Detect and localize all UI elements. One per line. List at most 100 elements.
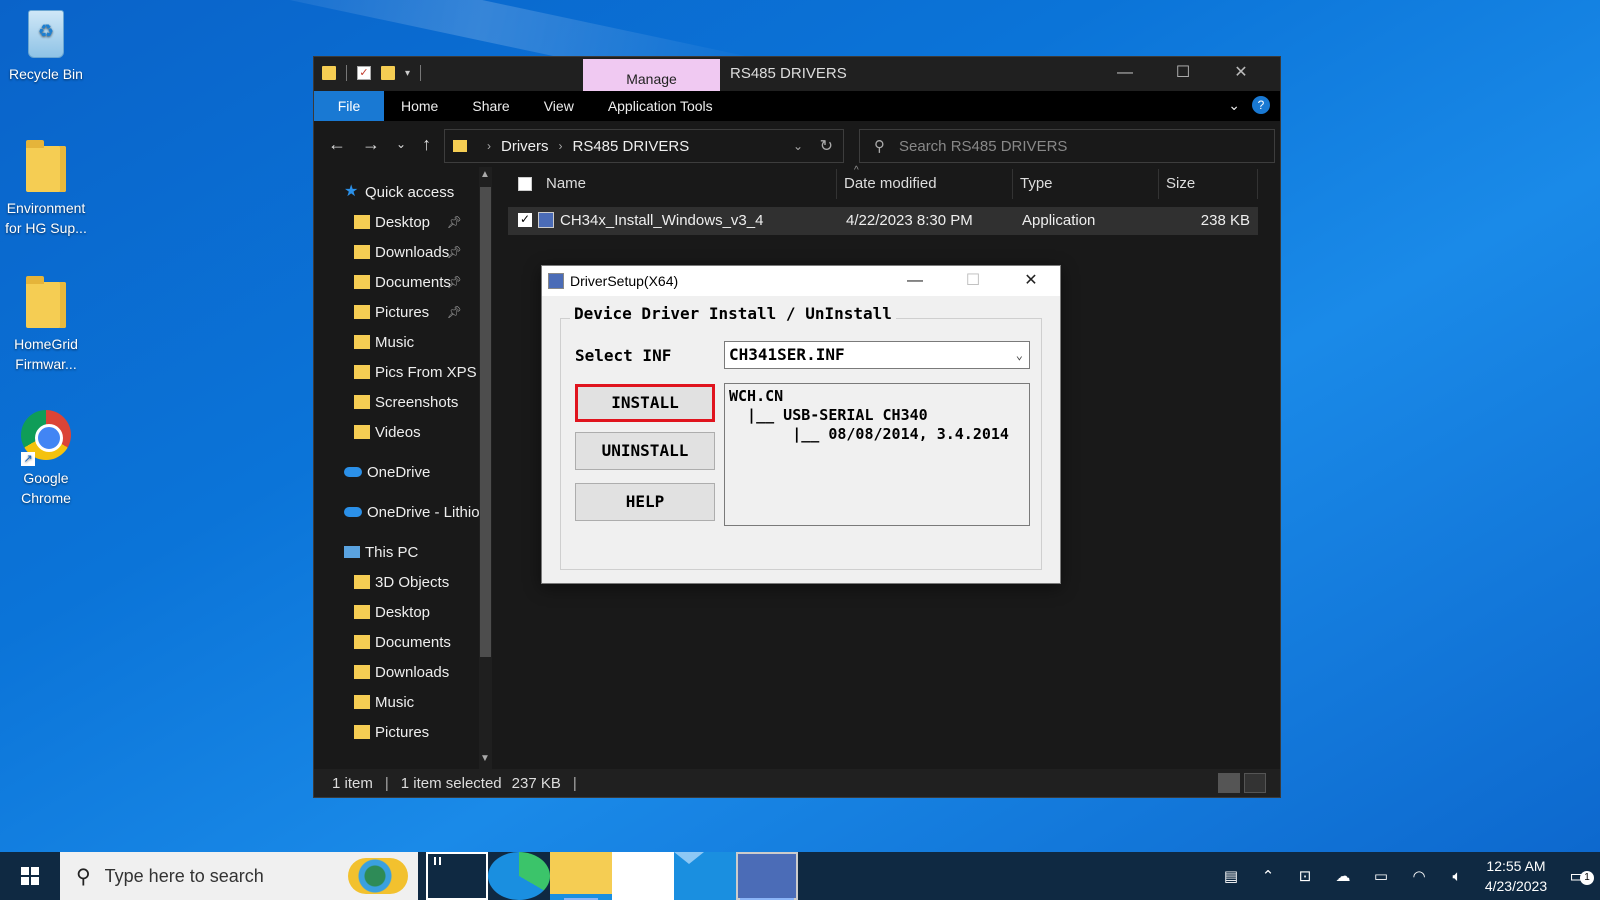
scroll-down-icon[interactable]: ▼ (480, 753, 490, 764)
sidebar-item-desktop[interactable]: Desktop (314, 597, 492, 627)
sidebar-item-this-pc[interactable]: This PC (314, 537, 492, 567)
chevron-down-icon[interactable]: ⌄ (1016, 342, 1023, 368)
sidebar-item-onedrive[interactable]: OneDrive (314, 457, 492, 487)
folder-icon (354, 575, 370, 589)
tab-view[interactable]: View (527, 91, 591, 121)
sidebar-item-label: Desktop (375, 213, 431, 231)
tab-file[interactable]: File (314, 91, 384, 121)
sidebar-item-pictures[interactable]: Pictures 📌︎ (314, 297, 492, 327)
address-bar[interactable]: › Drivers › RS485 DRIVERS ⌄ ↻ (444, 129, 844, 163)
breadcrumb-drivers[interactable]: Drivers (501, 138, 549, 155)
help-button[interactable]: HELP (575, 483, 715, 521)
desktop-icon-homegrid-folder[interactable]: HomeGrid Firmwar... (0, 276, 92, 374)
properties-icon[interactable]: ✓ (357, 66, 371, 80)
breadcrumb-rs485-drivers[interactable]: RS485 DRIVERS (573, 138, 690, 155)
tab-application-tools[interactable]: Application Tools (591, 91, 730, 121)
maximize-button[interactable]: ☐ (1154, 61, 1212, 85)
select-all-checkbox[interactable] (518, 177, 532, 191)
pin-icon[interactable]: 📌︎ (447, 215, 462, 229)
taskbar-search[interactable]: ⚲ Type here to search (60, 852, 418, 900)
task-view-button[interactable] (426, 852, 488, 900)
dialog-title: DriverSetup(X64) (570, 273, 679, 289)
search-input-placeholder[interactable]: Search RS485 DRIVERS (899, 138, 1067, 155)
sidebar-item-music[interactable]: Music (314, 687, 492, 717)
customize-dropdown-icon[interactable]: ▾ (405, 68, 410, 79)
search-icon: ⚲ (874, 138, 885, 155)
tab-share[interactable]: Share (455, 91, 526, 121)
sidebar-item-desktop[interactable]: Desktop 📌︎ (314, 207, 492, 237)
desktop-icon-google-chrome[interactable]: ↗ Google Chrome (0, 410, 92, 508)
column-header-type[interactable]: Type (1020, 175, 1053, 192)
refresh-icon[interactable]: ↻ (820, 136, 833, 156)
tab-manage[interactable]: Manage (583, 59, 720, 93)
show-hidden-icons-chevron-icon[interactable]: ⌃ (1250, 867, 1286, 885)
recent-locations-chevron-icon[interactable]: ⌄ (396, 137, 406, 151)
sidebar-item-onedrive-lithion[interactable]: OneDrive - Lithion (314, 497, 492, 527)
details-view-button[interactable] (1218, 773, 1240, 793)
back-arrow-icon[interactable]: ← (328, 134, 346, 155)
help-icon[interactable]: ? (1252, 96, 1270, 114)
sidebar-item-label: Videos (375, 423, 421, 441)
expand-ribbon-icon[interactable]: ⌄ (1228, 97, 1240, 114)
sidebar-item-3d-objects[interactable]: 3D Objects (314, 567, 492, 597)
breadcrumb-separator: › (487, 139, 491, 153)
sidebar-item-pics-from-xps[interactable]: Pics From XPS (314, 357, 492, 387)
sidebar-item-quick-access[interactable]: ★ Quick access (314, 177, 492, 207)
taskbar-edge[interactable] (488, 852, 550, 900)
status-item-count: 1 item (332, 774, 373, 792)
search-box[interactable]: ⚲ Search RS485 DRIVERS (859, 129, 1275, 163)
news-widget-icon[interactable]: ▤ (1212, 867, 1250, 885)
minimize-button[interactable]: — (1096, 61, 1154, 85)
start-button[interactable] (0, 852, 60, 900)
up-arrow-icon[interactable]: ↑ (422, 134, 431, 155)
folder-icon[interactable] (322, 66, 336, 80)
clock[interactable]: 12:55 AM 4/23/2023 (1476, 856, 1556, 896)
sidebar-item-pictures[interactable]: Pictures (314, 717, 492, 747)
uninstall-button[interactable]: UNINSTALL (575, 432, 715, 470)
battery-icon[interactable]: ▭ (1362, 867, 1400, 885)
scroll-up-icon[interactable]: ▲ (480, 169, 490, 180)
column-header-name[interactable]: Name (546, 175, 586, 192)
sidebar-item-downloads[interactable]: Downloads (314, 657, 492, 687)
status-separator: | (572, 774, 577, 792)
install-button[interactable]: INSTALL (575, 384, 715, 422)
forward-arrow-icon[interactable]: → (362, 134, 380, 155)
sidebar-item-label: Quick access (365, 183, 455, 201)
taskbar-file-explorer[interactable] (550, 852, 612, 900)
sidebar-item-documents[interactable]: Documents (314, 627, 492, 657)
taskbar-store[interactable] (612, 852, 674, 900)
network-icon[interactable]: ◠ (1400, 867, 1438, 885)
column-header-size[interactable]: Size (1166, 175, 1195, 192)
dialog-minimize-button[interactable]: — (886, 266, 944, 296)
sidebar-item-downloads[interactable]: Downloads 📌︎ (314, 237, 492, 267)
column-header-date[interactable]: Date modified (844, 175, 937, 192)
meet-now-icon[interactable]: ⊡ (1286, 867, 1324, 885)
tab-home[interactable]: Home (384, 91, 455, 121)
close-button[interactable]: ✕ (1212, 61, 1270, 85)
desktop-icon-environment-folder[interactable]: Environment for HG Sup... (0, 140, 92, 238)
pin-icon[interactable]: 📌︎ (447, 275, 462, 289)
sidebar-item-music[interactable]: Music (314, 327, 492, 357)
volume-icon[interactable]: 🔈︎ (1438, 868, 1476, 885)
notification-center-button[interactable]: ▭ 1 (1556, 866, 1600, 887)
table-row[interactable]: ✓ CH34x_Install_Windows_v3_4 4/22/2023 8… (508, 207, 1258, 235)
navigation-scrollbar-thumb[interactable] (480, 187, 491, 657)
taskbar-mail[interactable] (674, 852, 736, 900)
desktop-icon-recycle-bin[interactable]: Recycle Bin (0, 6, 92, 84)
sidebar-item-videos[interactable]: Videos (314, 417, 492, 447)
address-dropdown-icon[interactable]: ⌄ (793, 139, 803, 153)
dialog-close-button[interactable]: ✕ (1002, 266, 1060, 296)
sidebar-item-screenshots[interactable]: Screenshots (314, 387, 492, 417)
pin-icon[interactable]: 📌︎ (447, 305, 462, 319)
new-folder-icon[interactable] (381, 66, 395, 80)
search-highlight-globe-icon[interactable] (348, 858, 408, 894)
large-icons-view-button[interactable] (1244, 773, 1266, 793)
taskbar-driver-setup[interactable] (736, 852, 798, 900)
sidebar-item-label: Documents (375, 633, 451, 651)
onedrive-cloud-icon[interactable]: ☁ (1324, 867, 1362, 885)
status-separator: | (384, 774, 389, 792)
sidebar-item-documents[interactable]: Documents 📌︎ (314, 267, 492, 297)
inf-select[interactable]: CH341SER.INF ⌄ (724, 341, 1030, 369)
row-checkbox[interactable]: ✓ (518, 213, 532, 227)
pin-icon[interactable]: 📌︎ (447, 245, 462, 259)
